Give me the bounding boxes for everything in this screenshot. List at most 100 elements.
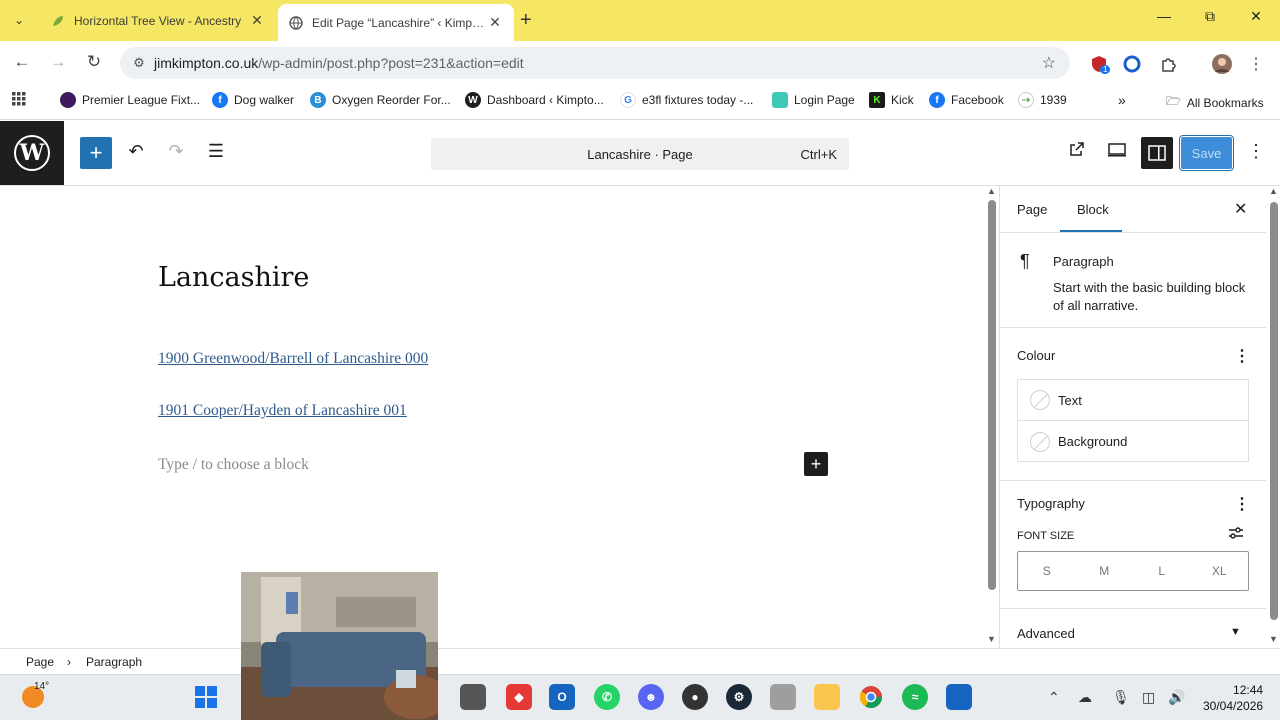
bookmark-premier-league[interactable]: Premier League Fixt... xyxy=(60,92,200,108)
onedrive-cloud-icon[interactable]: ☁ xyxy=(1078,689,1092,706)
anydesk-app-icon[interactable]: ◆ xyxy=(506,684,532,710)
tab-edit-page[interactable]: Edit Page “Lancashire” ‹ Kimpton ✕ xyxy=(278,4,514,41)
file-explorer-app-icon[interactable] xyxy=(814,684,840,710)
bookmarks-overflow-icon[interactable]: » xyxy=(1118,92,1126,108)
scroll-down-arrow-icon[interactable]: ▼ xyxy=(987,634,996,644)
back-arrow-icon[interactable]: ← xyxy=(10,52,34,72)
scroll-up-arrow-icon[interactable]: ▲ xyxy=(987,186,996,196)
block-inserter-button[interactable]: + xyxy=(80,137,112,169)
all-bookmarks[interactable]: 🗁 All Bookmarks xyxy=(1166,92,1264,113)
scroll-up-arrow-icon[interactable]: ▲ xyxy=(1269,186,1278,196)
page-title[interactable]: Lancashire xyxy=(158,262,309,293)
system-clock[interactable]: 12:44 30/04/2026 xyxy=(1203,682,1263,714)
bookmark-kick[interactable]: K Kick xyxy=(869,92,914,108)
window-close-icon[interactable]: ✕ xyxy=(1233,8,1279,25)
breadcrumb-paragraph[interactable]: Paragraph xyxy=(86,655,142,669)
tab-search-chevron-icon[interactable]: ⌄ xyxy=(6,8,32,32)
canvas-scrollbar[interactable]: ▲ ▼ xyxy=(986,186,998,648)
bookmark-login-page[interactable]: Login Page xyxy=(772,92,855,108)
empty-block-placeholder[interactable]: Type / to choose a block xyxy=(158,456,309,474)
sidebar-scroll-thumb[interactable] xyxy=(1270,202,1278,620)
profile-avatar[interactable] xyxy=(1211,53,1233,75)
spotify-app-icon[interactable]: ≈ xyxy=(902,684,928,710)
bookmark-star-icon[interactable]: ☆ xyxy=(1042,53,1056,73)
chevron-down-icon[interactable]: ▼ xyxy=(1230,626,1241,638)
new-tab-plus-icon[interactable]: + xyxy=(520,9,532,32)
extension-circle-icon[interactable] xyxy=(1121,53,1143,75)
undo-icon[interactable]: ↶ xyxy=(124,141,148,162)
steam-app-icon[interactable]: ⚙ xyxy=(726,684,752,710)
command-palette-bar[interactable]: Lancashire · Page Ctrl+K xyxy=(431,138,849,170)
extension-shield-icon[interactable]: 1 xyxy=(1088,53,1111,75)
clock-date: 30/04/2026 xyxy=(1203,699,1264,713)
close-sidebar-icon[interactable]: ✕ xyxy=(1234,199,1247,219)
tab-close-icon[interactable]: ✕ xyxy=(248,12,266,29)
bookmark-1939[interactable]: ⇢ 1939 xyxy=(1018,92,1067,108)
bookmark-dog-walker[interactable]: f Dog walker xyxy=(212,92,294,108)
site-settings-icon[interactable]: ⚙ xyxy=(124,55,154,71)
custom-size-sliders-icon[interactable] xyxy=(1228,526,1244,543)
tab-close-icon[interactable]: ✕ xyxy=(486,14,504,31)
settings-sidebar: Page Block ✕ ¶ Paragraph Start with the … xyxy=(999,186,1280,648)
redo-icon[interactable]: ↷ xyxy=(164,141,188,162)
chrome-app-icon[interactable] xyxy=(858,684,884,710)
settings-sidebar-toggle-icon[interactable] xyxy=(1141,137,1173,169)
canvas-scroll-thumb[interactable] xyxy=(988,200,996,590)
font-size-m[interactable]: M xyxy=(1076,552,1134,590)
document-overview-icon[interactable]: ☰ xyxy=(204,141,228,162)
paragraph-link-1901[interactable]: 1901 Cooper/Hayden of Lancashire 001 xyxy=(158,402,407,420)
weather-temperature: 14° xyxy=(34,681,50,692)
sidebar-scrollbar[interactable]: ▲ ▼ xyxy=(1268,186,1280,648)
browser-tab-strip: ⌄ Horizontal Tree View - Ancestry ✕ Edit… xyxy=(0,0,1280,41)
browser-menu-icon[interactable]: ⋮ xyxy=(1245,53,1267,75)
colour-background-option[interactable]: Background xyxy=(1018,421,1248,462)
font-size-label: FONT SIZE xyxy=(1017,530,1075,542)
bookmark-dashboard[interactable]: W Dashboard ‹ Kimpto... xyxy=(465,92,604,108)
advanced-panel-toggle[interactable]: Advanced xyxy=(1017,626,1075,641)
findmypast-icon: ⇢ xyxy=(1018,92,1034,108)
font-size-s[interactable]: S xyxy=(1018,552,1076,590)
microphone-icon[interactable]: 🎙 xyxy=(1112,689,1130,706)
apps-grid-icon[interactable] xyxy=(12,92,26,106)
typography-options-icon[interactable]: ⋮ xyxy=(1234,494,1250,514)
tab-ancestry[interactable]: Horizontal Tree View - Ancestry ✕ xyxy=(40,4,276,37)
bookmark-oxygen[interactable]: B Oxygen Reorder For... xyxy=(310,92,451,108)
colour-text-option[interactable]: Text xyxy=(1018,380,1248,421)
font-size-l[interactable]: L xyxy=(1133,552,1191,590)
tab-page[interactable]: Page xyxy=(1017,202,1047,217)
view-page-external-icon[interactable] xyxy=(1065,141,1089,162)
inline-inserter-plus-icon[interactable]: + xyxy=(804,452,828,476)
extensions-puzzle-icon[interactable] xyxy=(1158,53,1180,75)
wordpress-icon: W xyxy=(465,92,481,108)
file-manager-app-icon[interactable] xyxy=(460,684,486,710)
bookmark-facebook[interactable]: f Facebook xyxy=(929,92,1004,108)
network-icon[interactable]: ◫ xyxy=(1142,689,1155,706)
tab-block[interactable]: Block xyxy=(1077,202,1109,217)
windows-start-icon[interactable] xyxy=(193,684,219,710)
blue-app-icon[interactable] xyxy=(946,684,972,710)
colour-panel-heading: Colour xyxy=(1017,348,1056,363)
outlook-app-icon[interactable]: O xyxy=(549,684,575,710)
breadcrumb-page[interactable]: Page xyxy=(26,655,54,669)
wordpress-logo-icon[interactable]: W xyxy=(0,121,64,185)
obs-app-icon[interactable]: ● xyxy=(682,684,708,710)
volume-icon[interactable]: 🔊 xyxy=(1168,689,1185,706)
scroll-down-arrow-icon[interactable]: ▼ xyxy=(1269,634,1278,644)
misc-app-icon[interactable] xyxy=(770,684,796,710)
whatsapp-app-icon[interactable]: ✆ xyxy=(594,684,620,710)
options-menu-icon[interactable]: ⋮ xyxy=(1244,141,1268,162)
minimize-icon[interactable]: — xyxy=(1141,8,1187,24)
save-button[interactable]: Save xyxy=(1179,135,1234,171)
discord-app-icon[interactable]: ☻ xyxy=(638,684,664,710)
paragraph-link-1900[interactable]: 1900 Greenwood/Barrell of Lancashire 000 xyxy=(158,350,428,368)
tray-chevron-up-icon[interactable]: ⌃ xyxy=(1048,689,1060,706)
device-preview-icon[interactable] xyxy=(1105,141,1129,162)
restore-icon[interactable]: ⧉ xyxy=(1187,8,1233,25)
font-size-xl[interactable]: XL xyxy=(1191,552,1249,590)
forward-arrow-icon[interactable]: → xyxy=(46,52,70,72)
address-bar[interactable]: ⚙ jimkimpton.co.uk/wp-admin/post.php?pos… xyxy=(120,47,1070,79)
bookmark-e3fl[interactable]: Ge3fl fixtures today -... xyxy=(620,92,753,108)
facebook-icon: f xyxy=(212,92,228,108)
colour-options-icon[interactable]: ⋮ xyxy=(1234,346,1250,366)
reload-icon[interactable]: ↻ xyxy=(82,52,106,72)
